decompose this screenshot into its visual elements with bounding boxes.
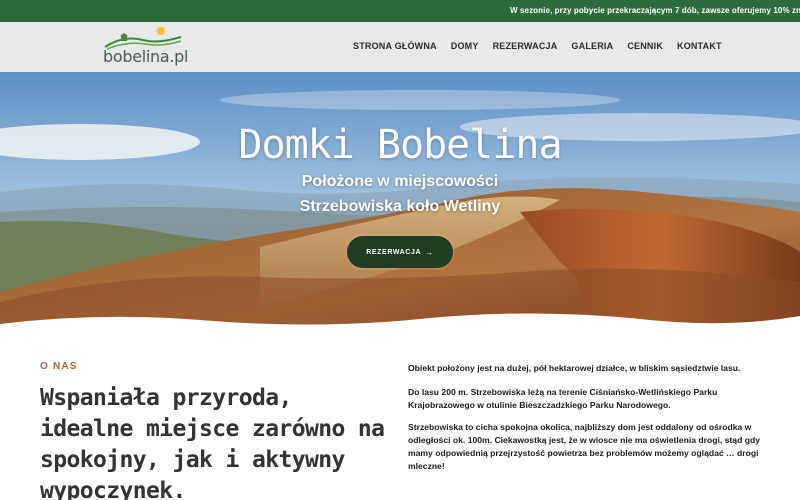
section-label: O NAS	[40, 361, 78, 372]
reservation-button-label: REZERWACJA	[366, 248, 422, 256]
about-paragraph-1: Obiekt położony jest na dużej, pół hekta…	[408, 363, 741, 373]
about-paragraph-3: Strzebowiska to cicha spokojna okolica, …	[408, 422, 760, 471]
hero-section: Domki Bobelina Położone w miejscowości S…	[0, 72, 800, 337]
main-nav: STRONA GŁÓWNA DOMY REZERWACJA GALERIA CE…	[353, 41, 736, 51]
hero-subtitle-line1: Położone w miejscowości	[301, 173, 499, 190]
nav-item-strona-glowna[interactable]: STRONA GŁÓWNA	[353, 41, 437, 51]
hero-title: Domki Bobelina	[238, 122, 562, 168]
site-header: bobelina.pl STRONA GŁÓWNA DOMY REZERWACJ…	[0, 22, 800, 72]
arrow-right-icon: →	[425, 247, 434, 257]
nav-item-domy[interactable]: DOMY	[451, 41, 479, 51]
announcement-bar: W sezonie, przy pobycie przekraczającym …	[0, 0, 800, 22]
logo-text: bobelina.pl	[103, 47, 189, 66]
nav-item-galeria[interactable]: GALERIA	[571, 41, 613, 51]
about-heading: Wspaniała przyroda, idealne miejsce zaró…	[40, 385, 385, 500]
nav-item-kontakt[interactable]: KONTAKT	[677, 41, 722, 51]
about-paragraph-2: Do lasu 200 m. Strzebowiska leżą na tere…	[408, 387, 718, 410]
nav-item-cennik[interactable]: CENNIK	[627, 41, 663, 51]
reservation-button[interactable]: REZERWACJA →	[347, 236, 453, 268]
logo[interactable]: bobelina.pl	[103, 25, 188, 69]
nav-item-rezerwacja[interactable]: REZERWACJA	[493, 41, 558, 51]
hero-subtitle-line2: Strzebowiska koło Wetliny	[299, 198, 501, 215]
announcement-text: W sezonie, przy pobycie przekraczającym …	[510, 6, 800, 15]
